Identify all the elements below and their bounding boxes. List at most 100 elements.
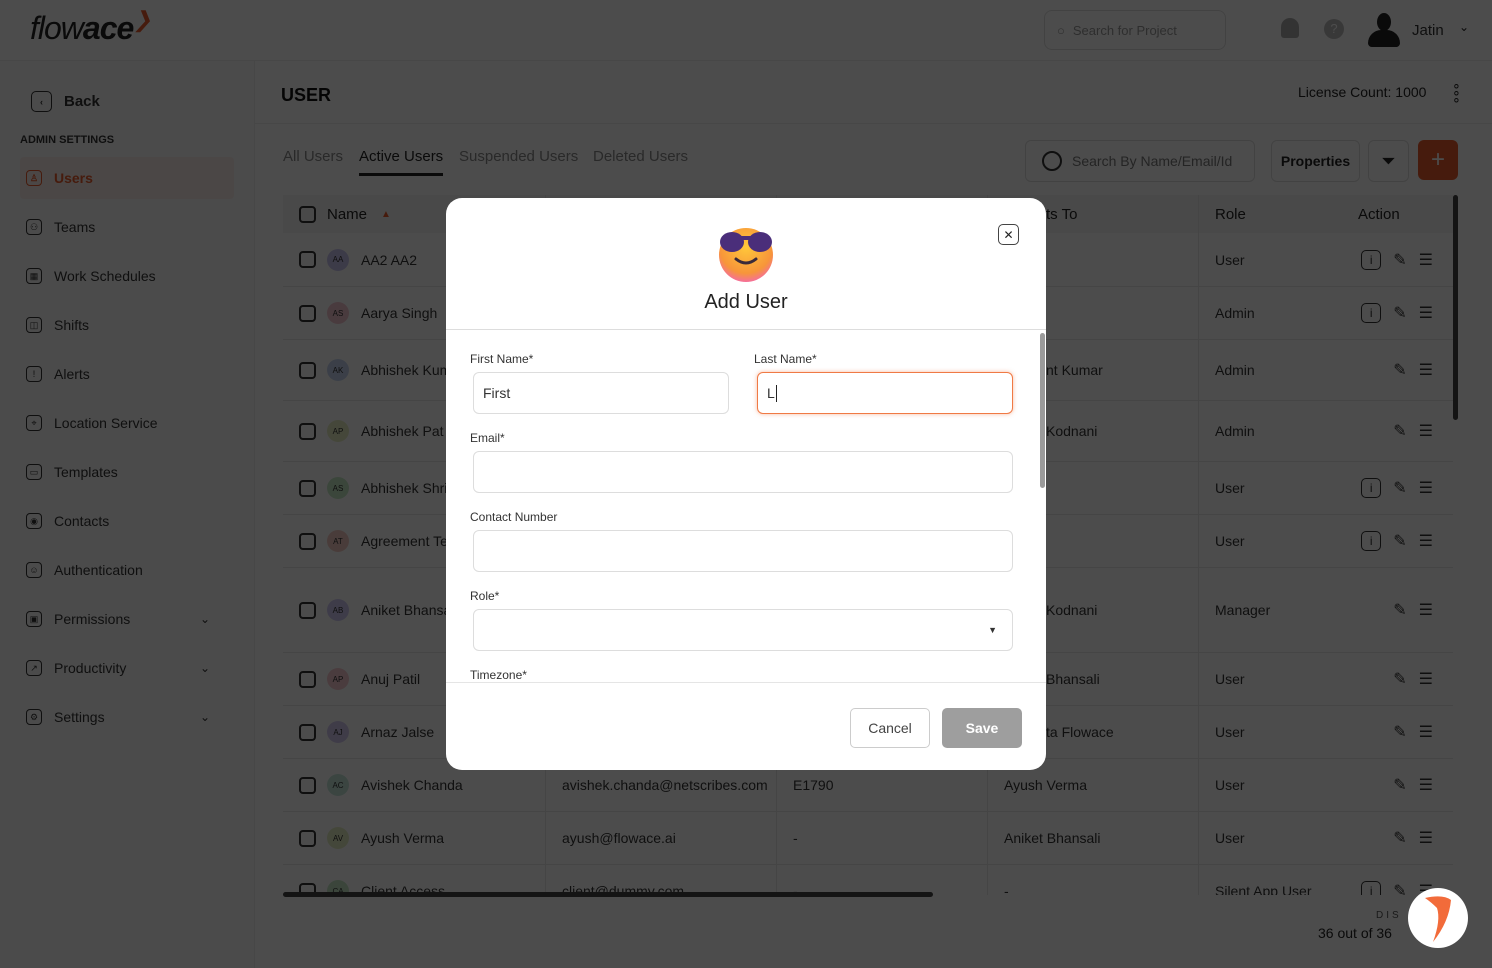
user-name[interactable]: Abhishek Shri: [361, 480, 447, 496]
edit-icon[interactable]: ✎: [1393, 421, 1406, 441]
bell-icon[interactable]: [1281, 18, 1299, 38]
sidebar-item-location-service[interactable]: ⌖ Location Service: [20, 402, 234, 444]
edit-icon[interactable]: ✎: [1393, 478, 1406, 498]
edit-icon[interactable]: ✎: [1393, 303, 1406, 323]
edit-icon[interactable]: ✎: [1393, 250, 1406, 270]
tab-all-users[interactable]: All Users: [283, 148, 343, 165]
back-button[interactable]: ‹ Back: [31, 91, 100, 112]
user-name[interactable]: Anuj Patil: [361, 671, 420, 687]
edit-icon[interactable]: ✎: [1393, 531, 1406, 551]
first-name-input[interactable]: First: [473, 372, 729, 414]
more-options-icon[interactable]: ∘ ∘ ∘: [1452, 78, 1461, 106]
menu-icon[interactable]: ☰: [1419, 669, 1433, 689]
filter-button[interactable]: ⏷: [1368, 140, 1409, 182]
avatar[interactable]: [1368, 13, 1400, 47]
sidebar-item-work-schedules[interactable]: ▦ Work Schedules: [20, 255, 234, 297]
user-name[interactable]: Agreement Te: [361, 533, 448, 549]
user-search-input[interactable]: Search By Name/Email/Id: [1025, 140, 1255, 182]
row-checkbox[interactable]: [299, 479, 316, 497]
user-name[interactable]: Aarya Singh: [361, 305, 437, 321]
sidebar-item-shifts[interactable]: ◫ Shifts: [20, 304, 234, 346]
table-row[interactable]: AV Ayush Verma ayush@flowace.ai - Aniket …: [283, 812, 1453, 865]
row-checkbox[interactable]: [299, 670, 316, 688]
edit-icon[interactable]: ✎: [1393, 775, 1406, 795]
edit-icon[interactable]: ✎: [1393, 881, 1406, 895]
row-checkbox[interactable]: [299, 251, 316, 268]
row-checkbox[interactable]: [299, 723, 316, 741]
chevron-down-icon[interactable]: ⌄: [200, 661, 210, 675]
menu-icon[interactable]: ☰: [1419, 531, 1433, 551]
name-column-header[interactable]: Name: [327, 206, 367, 223]
sidebar-item-authentication[interactable]: ☺ Authentication: [20, 549, 234, 591]
row-checkbox[interactable]: [299, 776, 316, 794]
user-name[interactable]: AA2 AA2: [361, 252, 417, 268]
menu-icon[interactable]: ☰: [1419, 722, 1433, 742]
edit-icon[interactable]: ✎: [1393, 669, 1406, 689]
menu-icon[interactable]: ☰: [1419, 421, 1433, 441]
user-name[interactable]: Arnaz Jalse: [361, 724, 434, 740]
sidebar-item-teams[interactable]: ⚇ Teams: [20, 206, 234, 248]
tab-deleted-users[interactable]: Deleted Users: [593, 148, 688, 165]
row-checkbox[interactable]: [299, 422, 316, 440]
chevron-down-icon[interactable]: ⌄: [200, 710, 210, 724]
row-checkbox[interactable]: [299, 601, 316, 619]
row-checkbox[interactable]: [299, 532, 316, 550]
edit-icon[interactable]: ✎: [1393, 828, 1406, 848]
info-icon[interactable]: i: [1361, 303, 1382, 323]
sidebar-item-users[interactable]: ♙ Users: [20, 157, 234, 199]
sidebar-item-settings[interactable]: ⚙ Settings ⌄: [20, 696, 234, 738]
info-icon[interactable]: i: [1361, 531, 1382, 551]
help-icon[interactable]: ?: [1324, 19, 1344, 39]
contact-number-input[interactable]: [473, 530, 1013, 572]
sidebar-item-contacts[interactable]: ◉ Contacts: [20, 500, 234, 542]
edit-icon[interactable]: ✎: [1393, 722, 1406, 742]
add-user-button[interactable]: +: [1418, 140, 1458, 180]
menu-icon[interactable]: ☰: [1419, 303, 1433, 323]
save-button[interactable]: Save: [942, 708, 1022, 748]
sidebar-item-permissions[interactable]: ▣ Permissions ⌄: [20, 598, 234, 640]
tab-suspended-users[interactable]: Suspended Users: [459, 148, 578, 165]
chat-widget-button[interactable]: [1408, 888, 1468, 948]
info-icon[interactable]: i: [1361, 881, 1382, 895]
info-icon[interactable]: i: [1361, 249, 1382, 270]
close-button[interactable]: ✕: [998, 224, 1019, 245]
sidebar-item-productivity[interactable]: ↗ Productivity ⌄: [20, 647, 234, 689]
menu-icon[interactable]: ☰: [1419, 360, 1433, 380]
role-select[interactable]: ▼: [473, 609, 1013, 651]
modal-title: Add User: [704, 291, 788, 313]
row-checkbox[interactable]: [299, 361, 316, 379]
user-name[interactable]: Abhishek Pat: [361, 423, 444, 439]
menu-icon[interactable]: ☰: [1419, 600, 1433, 620]
menu-icon[interactable]: ☰: [1419, 775, 1433, 795]
tab-active-users[interactable]: Active Users: [359, 148, 444, 176]
vertical-scrollbar[interactable]: [1453, 195, 1458, 420]
user-name[interactable]: Ayush Verma: [361, 830, 444, 846]
sidebar-item-templates[interactable]: ▭ Templates: [20, 451, 234, 493]
sidebar-item-alerts[interactable]: ! Alerts: [20, 353, 234, 395]
horizontal-scrollbar[interactable]: [283, 892, 933, 897]
edit-icon[interactable]: ✎: [1393, 360, 1406, 380]
user-name[interactable]: Avishek Chanda: [361, 777, 463, 793]
modal-scrollbar[interactable]: [1040, 333, 1045, 488]
row-checkbox[interactable]: [299, 829, 316, 847]
menu-icon[interactable]: ☰: [1419, 828, 1433, 848]
info-icon[interactable]: i: [1361, 478, 1382, 498]
properties-button[interactable]: Properties: [1271, 140, 1360, 182]
user-name[interactable]: Jatin: [1412, 22, 1444, 39]
email-input[interactable]: [473, 451, 1013, 493]
edit-icon[interactable]: ✎: [1393, 600, 1406, 620]
project-search-input[interactable]: ○ Search for Project: [1044, 10, 1226, 50]
cancel-button[interactable]: Cancel: [850, 708, 930, 748]
chevron-down-icon[interactable]: ⌄: [1459, 20, 1469, 34]
user-name[interactable]: Aniket Bhansa: [361, 602, 451, 618]
sort-icon[interactable]: ▲: [381, 209, 391, 220]
user-name[interactable]: Abhishek Kum: [361, 362, 451, 378]
menu-icon[interactable]: ☰: [1419, 250, 1433, 270]
table-row[interactable]: CA Client Access client@dummy.com - - Sil…: [283, 865, 1453, 895]
chevron-down-icon[interactable]: ⌄: [200, 612, 210, 626]
last-name-input[interactable]: L: [757, 372, 1013, 414]
menu-icon[interactable]: ☰: [1419, 478, 1433, 498]
row-checkbox[interactable]: [299, 304, 316, 322]
select-all-checkbox[interactable]: [299, 205, 316, 223]
action-header: Action: [1358, 205, 1400, 223]
